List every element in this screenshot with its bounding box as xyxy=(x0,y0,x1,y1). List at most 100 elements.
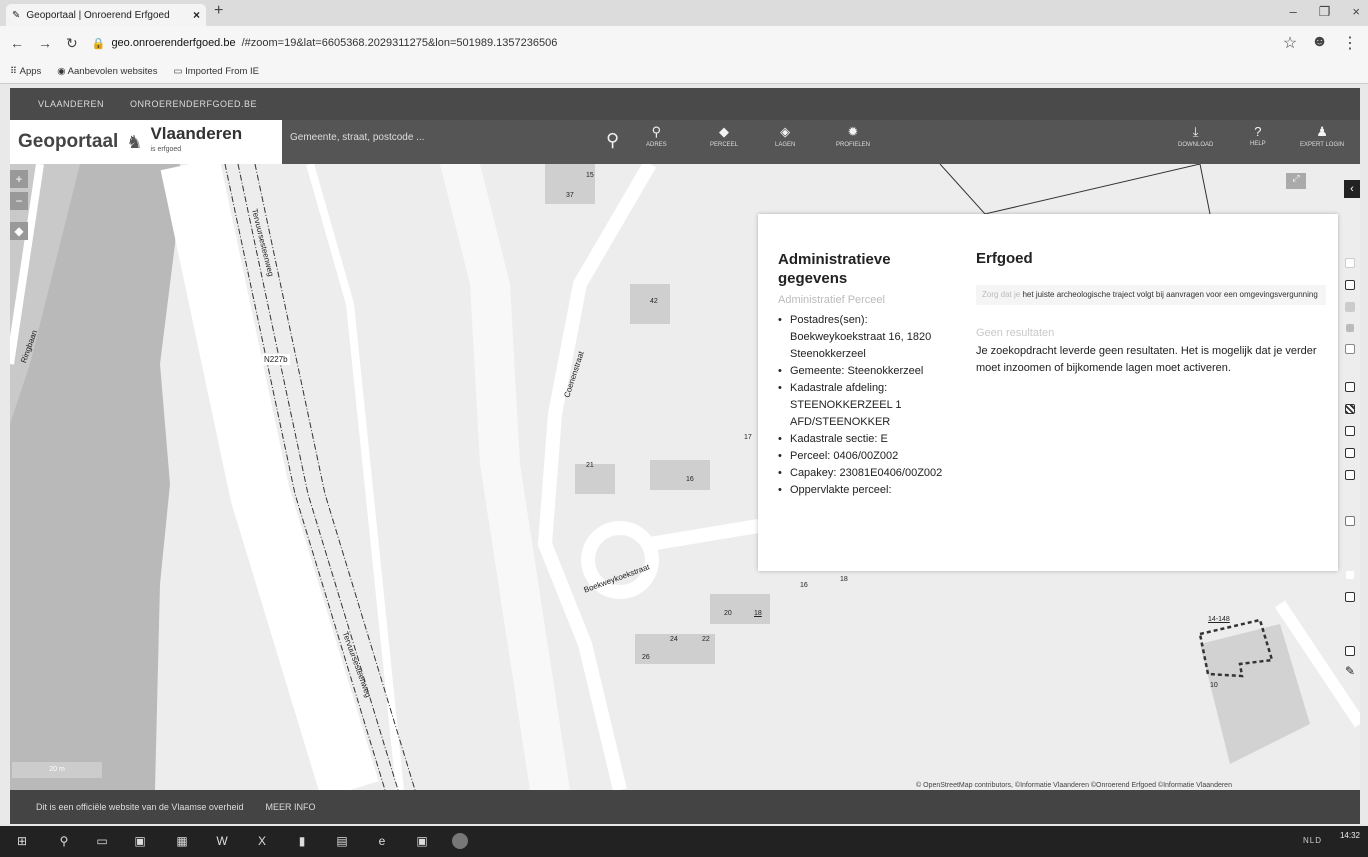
layer-toggle-icon[interactable] xyxy=(1345,258,1355,268)
chrome-icon: ◉ xyxy=(57,66,68,77)
tool-expert-login[interactable]: ♟ EXPERT LOGIN xyxy=(1300,124,1344,148)
map-attribution: © OpenStreetMap contributors, ©Informati… xyxy=(916,782,1232,789)
windows-start-icon[interactable]: ⊞ xyxy=(14,833,30,849)
house-number: 24 xyxy=(670,636,678,643)
clock[interactable]: 14:32 xyxy=(1340,831,1360,841)
admin-title: Administratieve gegevens xyxy=(778,251,891,287)
tab-title: Geoportaal | Onroerend Erfgoed xyxy=(26,9,170,21)
folder-icon: ▭ xyxy=(173,66,186,77)
note-link[interactable]: Zorg dat je xyxy=(982,290,1020,299)
house-number: 22 xyxy=(702,636,710,643)
bookmark-aanbevolen[interactable]: ◉ Aanbevolen websites xyxy=(57,66,157,77)
search-icon[interactable]: ⚲ xyxy=(606,130,619,151)
search-icon[interactable]: ⚲ xyxy=(56,833,72,849)
bookmark-imported[interactable]: ▭ Imported From IE xyxy=(173,66,259,77)
checkbox-icon[interactable] xyxy=(1345,448,1355,458)
system-tray[interactable]: NLD xyxy=(1303,836,1322,845)
layer-toggle-icon[interactable] xyxy=(1346,324,1354,332)
app-icon[interactable]: ▣ xyxy=(132,833,148,849)
zoom-out-button[interactable]: − xyxy=(10,192,28,210)
house-number: 17 xyxy=(744,434,752,441)
layer-toggle-icon[interactable] xyxy=(1345,516,1355,526)
file-icon[interactable]: ▮ xyxy=(294,833,310,849)
link-onroerenderfgoed[interactable]: ONROERENDERFGOED.BE xyxy=(130,99,257,109)
new-tab-button[interactable]: + xyxy=(214,2,223,20)
house-number: 10 xyxy=(1210,682,1218,689)
site-footer: Dit is een officiële website van de Vlaa… xyxy=(10,790,1360,824)
collapse-panel-button[interactable]: ‹ xyxy=(1344,180,1360,198)
explorer-icon[interactable]: ▤ xyxy=(334,833,350,849)
layer-toggle-icon[interactable] xyxy=(1345,302,1355,312)
app-icon[interactable]: ▦ xyxy=(174,833,190,849)
browser-tab[interactable]: ✎ Geoportaal | Onroerend Erfgoed × xyxy=(6,4,206,26)
list-item: Capakey: 23081E0406/00Z002 xyxy=(778,465,953,482)
back-icon[interactable]: ← xyxy=(10,35,24,51)
map-controls: + − ◆ xyxy=(10,170,28,240)
maximize-icon[interactable]: ❐ xyxy=(1319,4,1331,20)
hatch-layer-icon[interactable] xyxy=(1345,404,1355,414)
erfgoed-note: Zorg dat je het juiste archeologische tr… xyxy=(976,285,1326,305)
app-icon[interactable]: ▣ xyxy=(414,833,430,849)
forward-icon[interactable]: → xyxy=(38,35,52,51)
profile-icon[interactable]: ☻ xyxy=(1311,33,1328,53)
chrome-icon[interactable] xyxy=(452,833,468,849)
url-path: /#zoom=19&lat=6605368.2029311275&lon=501… xyxy=(241,37,558,49)
minimize-icon[interactable]: – xyxy=(1290,4,1297,20)
vlaanderen-topbar: VLAANDEREN ONROERENDERFGOED.BE xyxy=(10,88,1360,120)
bookmark-apps[interactable]: ⠿ Apps xyxy=(10,66,41,77)
address-bar: ← → ↻ 🔒 geo.onroerenderfgoed.be /#zoom=19… xyxy=(0,26,1368,60)
admin-section: Administratieve gegevens Administratief … xyxy=(778,250,953,499)
house-number: 21 xyxy=(586,462,594,469)
layer-toggle-icon[interactable] xyxy=(1345,570,1355,580)
menu-icon[interactable]: ⋮ xyxy=(1342,33,1358,53)
search-input[interactable]: Gemeente, straat, postcode ... xyxy=(290,132,425,143)
brand-title: Geoportaal xyxy=(18,131,119,152)
reload-icon[interactable]: ↻ xyxy=(66,35,78,52)
brand-logo[interactable]: Geoportaal ♞ Vlaanderen is erfgoed xyxy=(10,120,282,164)
bookmarks-bar: ⠿ Apps ◉ Aanbevolen websites ▭ Imported … xyxy=(0,60,1368,84)
edge-icon[interactable]: e xyxy=(374,833,390,849)
windows-taskbar: ⊞ ⚲ ▭ ▣ ▦ W X ▮ ▤ e ▣ NLD 14:32 xyxy=(0,826,1368,857)
bookmark-star-icon[interactable]: ☆ xyxy=(1283,33,1297,53)
checkbox-icon[interactable] xyxy=(1345,344,1355,354)
footer-text: Dit is een officiële website van de Vlaa… xyxy=(36,802,244,812)
erfgoed-section: Erfgoed Zorg dat je het juiste archeolog… xyxy=(976,250,1326,377)
layer-toggle-icon[interactable] xyxy=(1345,592,1355,602)
zoom-in-button[interactable]: + xyxy=(10,170,28,188)
layer-toggle-icon[interactable] xyxy=(1345,426,1355,436)
tool-perceel[interactable]: ◆ PERCEEL xyxy=(710,124,738,148)
pencil-icon[interactable]: ✎ xyxy=(1345,664,1355,678)
tool-adres[interactable]: ⚲ ADRES xyxy=(646,124,667,148)
word-icon[interactable]: W xyxy=(214,833,230,849)
user-icon: ♟ xyxy=(1316,124,1328,139)
link-vlaanderen[interactable]: VLAANDEREN xyxy=(38,99,104,109)
excel-icon[interactable]: X xyxy=(254,833,270,849)
lock-icon: 🔒 xyxy=(91,37,106,50)
tool-download[interactable]: ⤓ DOWNLOAD xyxy=(1178,124,1213,148)
tool-help[interactable]: ? HELP xyxy=(1250,124,1266,147)
close-tab-icon[interactable]: × xyxy=(193,8,200,22)
url-field[interactable]: 🔒 geo.onroerenderfgoed.be /#zoom=19&lat=6… xyxy=(92,37,558,50)
list-item: Perceel: 0406/00Z002 xyxy=(778,448,953,465)
list-item: Kadastrale sectie: E xyxy=(778,431,953,448)
close-window-icon[interactable]: × xyxy=(1352,4,1360,20)
checkbox-icon[interactable] xyxy=(1345,646,1355,656)
scale-bar: 20 m xyxy=(12,762,102,778)
tool-profielen[interactable]: ✹ PROFIELEN xyxy=(836,124,870,148)
task-view-icon[interactable]: ▭ xyxy=(94,833,110,849)
tool-lagen[interactable]: ◈ LAGEN xyxy=(775,124,795,148)
layer-toggle-icon[interactable] xyxy=(1345,280,1355,290)
download-icon: ⤓ xyxy=(1192,124,1199,139)
locate-button[interactable]: ◆ xyxy=(10,222,28,240)
more-info-link[interactable]: MEER INFO xyxy=(265,802,315,812)
layer-toggle-icon[interactable] xyxy=(1345,470,1355,480)
house-number: 18 xyxy=(840,576,848,583)
no-results-title: Geen resultaten xyxy=(976,327,1055,339)
layer-toggle-icon[interactable] xyxy=(1345,382,1355,392)
help-icon: ? xyxy=(1254,124,1262,139)
browser-tab-bar: ✎ Geoportaal | Onroerend Erfgoed × + – ❐… xyxy=(0,0,1368,26)
fullscreen-button[interactable]: ⤢ xyxy=(1286,173,1306,189)
house-number: 16 xyxy=(800,582,808,589)
no-results-text: Je zoekopdracht leverde geen resultaten.… xyxy=(976,345,1317,374)
house-number: 15 xyxy=(586,172,594,179)
